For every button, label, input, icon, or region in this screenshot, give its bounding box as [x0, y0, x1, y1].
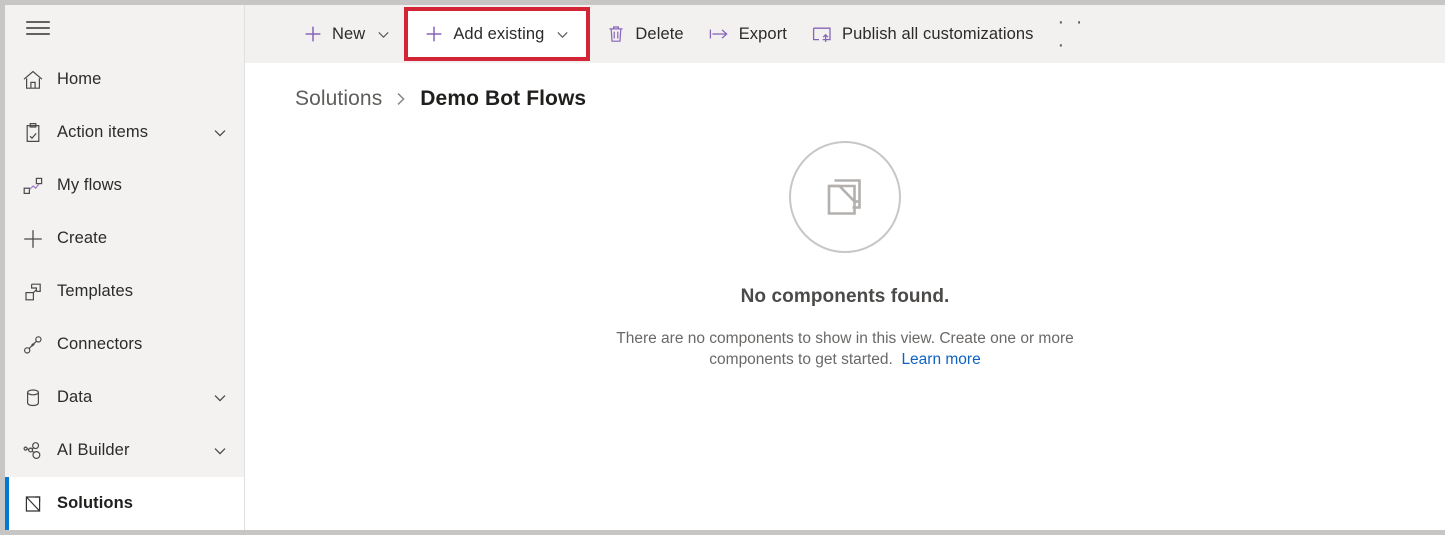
hamburger-menu-button[interactable] — [17, 8, 59, 48]
sidebar-item-action-items[interactable]: Action items — [5, 106, 244, 159]
sidebar-item-label: Data — [57, 388, 93, 406]
command-label: Add existing — [453, 24, 545, 43]
sidebar-item-label: Solutions — [57, 494, 134, 512]
sidebar-item-data[interactable]: Data — [5, 371, 244, 424]
clipboard-check-icon — [21, 121, 57, 145]
sidebar-item-label: My flows — [57, 176, 122, 194]
export-button[interactable]: Export — [696, 13, 799, 55]
sidebar-nav-list: Home Action items My flows Create Templa… — [5, 53, 244, 530]
chevron-down-icon[interactable] — [210, 123, 230, 143]
publish-icon — [811, 24, 833, 44]
sidebar-item-solutions[interactable]: Solutions — [5, 477, 244, 530]
new-button[interactable]: New — [291, 13, 403, 55]
ellipsis-icon: · · · — [1057, 11, 1086, 56]
breadcrumb-link-solutions[interactable]: Solutions — [295, 87, 382, 111]
plus-icon — [303, 24, 323, 44]
sidebar-item-my-flows[interactable]: My flows — [5, 159, 244, 212]
command-label: Delete — [635, 24, 684, 43]
chevron-down-icon[interactable] — [210, 441, 230, 461]
delete-button[interactable]: Delete — [594, 13, 695, 55]
main-content: New Add existing Delete Export Publish a… — [245, 5, 1445, 530]
publish-all-customizations-button[interactable]: Publish all customizations — [799, 13, 1046, 55]
chevron-down-icon[interactable] — [376, 27, 391, 42]
empty-state-description: There are no components to show in this … — [615, 328, 1075, 370]
export-arrow-icon — [708, 24, 730, 44]
empty-state: No components found. There are no compon… — [245, 113, 1445, 530]
sidebar-item-home[interactable]: Home — [5, 53, 244, 106]
breadcrumb: Solutions Demo Bot Flows — [245, 63, 1445, 113]
empty-state-description-text: There are no components to show in this … — [616, 330, 1074, 368]
hamburger-menu-icon — [26, 19, 50, 37]
empty-state-title: No components found. — [740, 286, 950, 307]
command-label: New — [332, 24, 366, 43]
solutions-icon — [21, 492, 57, 516]
sidebar-item-label: Templates — [57, 282, 134, 300]
plus-icon — [424, 24, 444, 44]
breadcrumb-current-page: Demo Bot Flows — [420, 87, 587, 110]
templates-icon — [21, 280, 57, 304]
empty-components-icon — [789, 141, 901, 253]
plus-icon — [21, 227, 57, 251]
chevron-down-icon[interactable] — [555, 27, 570, 42]
command-label: Publish all customizations — [842, 24, 1034, 43]
sidebar-header — [5, 5, 244, 51]
more-commands-button[interactable]: · · · — [1057, 11, 1098, 56]
sidebar-item-label: Connectors — [57, 335, 143, 353]
chevron-down-icon[interactable] — [210, 388, 230, 408]
database-icon — [21, 386, 57, 410]
sidebar: Home Action items My flows Create Templa… — [5, 5, 245, 530]
learn-more-link[interactable]: Learn more — [901, 351, 980, 368]
sidebar-item-label: Action items — [57, 123, 149, 141]
sidebar-item-ai-builder[interactable]: AI Builder — [5, 424, 244, 477]
sidebar-item-create[interactable]: Create — [5, 212, 244, 265]
connectors-icon — [21, 333, 57, 357]
sidebar-item-connectors[interactable]: Connectors — [5, 318, 244, 371]
app-window: Home Action items My flows Create Templa… — [0, 0, 1445, 535]
sidebar-item-templates[interactable]: Templates — [5, 265, 244, 318]
command-bar: New Add existing Delete Export Publish a… — [245, 5, 1445, 63]
home-icon — [21, 68, 57, 92]
trash-icon — [606, 24, 626, 44]
chevron-right-icon — [394, 90, 408, 108]
ai-builder-icon — [21, 439, 57, 463]
command-label: Export — [738, 24, 787, 43]
flow-icon — [21, 174, 57, 198]
sidebar-item-label: Create — [57, 229, 108, 247]
sidebar-item-label: AI Builder — [57, 441, 130, 459]
sidebar-item-label: Home — [57, 70, 102, 88]
add-existing-button[interactable]: Add existing — [404, 7, 591, 61]
